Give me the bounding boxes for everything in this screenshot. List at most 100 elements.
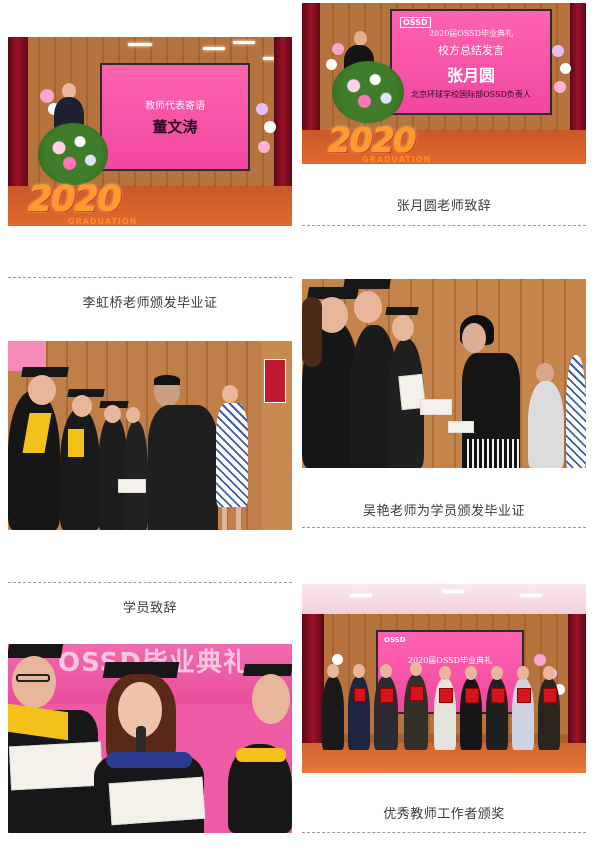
balloon [40,89,54,103]
banner-graduation: GRADUATION [362,155,432,164]
divider [302,832,586,833]
ceiling-light [203,47,225,50]
ossd-logo: OSSD [400,17,431,28]
awardee [322,676,344,750]
teacher-head [462,323,486,353]
certificate-paper [118,479,146,493]
balloon [552,45,564,57]
awardee-head [353,664,365,678]
caption-certificate-li: 李虹桥老师颁发毕业证 [82,296,218,311]
award-certificate [517,688,531,703]
banner-2020: 2020 [28,179,122,220]
awardee-head [380,664,392,678]
graduate-head [392,315,414,341]
certificate-paper [420,399,452,415]
leg [236,507,241,530]
photo-diploma-wu [302,279,586,468]
screen-title: 校方总结发言 [438,43,504,57]
graduate-head [28,375,56,405]
balloon [326,59,337,70]
ceiling-light [233,41,255,44]
awardee-head [517,666,529,680]
graduate-head [72,395,92,417]
audience-member [528,381,564,468]
graduate-head [252,674,290,724]
microphone [136,726,146,754]
graduate-head [12,656,56,708]
photo-student-speech: OSSD毕业典礼 [8,644,292,833]
graduate [60,409,100,530]
caption-certificate-wu: 吴艳老师为学员颁发毕业证 [362,504,525,519]
balloon [554,81,566,93]
balloon [256,103,268,115]
award-certificate [491,688,505,703]
ceiling-light [128,43,152,46]
award-certificate [465,688,479,703]
banner-graduation: GRADUATION [68,217,138,226]
wall-poster [264,359,286,403]
audience-head [536,363,554,383]
photo-principal-speech: OSSD 2020届OSSD毕业典礼 校方总结发言 张月圆 北京环球学校国际部O… [302,3,586,164]
flower-arrangement [332,61,404,123]
awardee-head [410,662,422,676]
balloon [534,654,546,666]
speech-paper [108,776,206,826]
divider [8,582,292,583]
yellow-hood [236,748,286,762]
graduate [124,421,148,530]
screen-header: 2020届OSSD毕业典礼 [428,28,514,38]
certificate-paper [448,421,474,433]
awardee-head [543,666,555,680]
award-certificate [380,688,394,703]
awardee-head [327,664,339,678]
awardee-head [439,666,451,680]
mortarboard [385,307,419,315]
screen-title: 教师代表寄语 [145,101,205,112]
caption-principal-speech: 张月圆老师致辞 [396,199,492,214]
leg [222,507,227,530]
awardee-head [465,666,477,680]
divider [302,527,586,528]
graduate-head [126,407,140,423]
woman-in-qipao [216,403,248,507]
caption-teacher-awards: 优秀教师工作者颁奖 [383,807,505,822]
caption-student-speech: 学员致辞 [122,601,177,616]
graduate [8,391,60,530]
striped-skirt [464,439,520,468]
photo-teacher-awards: OSSD 2020届OSSD毕业典礼 [302,584,586,773]
woman-in-qipao [566,355,586,468]
blue-hood [106,752,192,768]
screen-subtitle: 北京环球学校国际部OSSD负责人 [411,89,531,99]
divider [302,225,586,226]
award-certificate [543,688,557,703]
award-certificate [439,688,453,703]
ceiling-light [442,590,464,593]
woman-head [222,385,238,403]
balloon [560,63,571,74]
award-certificate [354,688,366,702]
stage-screen: 教师代表寄语 董文涛 [100,63,250,171]
awardee-head [491,666,503,680]
yellow-hood [68,429,84,457]
photo-teacher-speech: 教师代表寄语 董文涛 2020 GRADUATION [8,37,292,226]
graduate-hair [302,297,322,367]
ceiling-light [520,594,542,597]
balloon [332,43,344,55]
glasses [16,674,50,682]
screen-name: 张月圆 [446,65,495,85]
teacher-in-black [148,405,218,530]
graduate-head [104,405,121,423]
ossd-logo: OSSD [384,636,406,644]
flower-arrangement [38,123,108,185]
speech-paper [8,741,104,791]
balloon [264,121,276,133]
ceiling-light [350,594,372,597]
teacher-hair [154,375,180,385]
screen-name: 董文涛 [152,118,198,136]
mortarboard [343,279,391,289]
photo-diploma-li [8,341,292,530]
speaker-head [354,31,367,46]
divider [8,277,292,278]
ceiling [302,584,586,614]
balloon [258,141,270,153]
